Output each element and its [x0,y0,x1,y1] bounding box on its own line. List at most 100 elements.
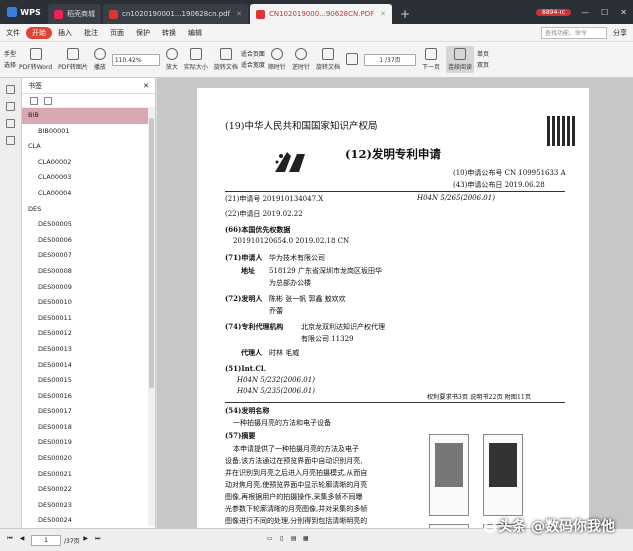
expand-icon[interactable] [30,96,38,105]
view-mode-icon[interactable]: ▭ [264,535,276,546]
bookmark-item[interactable]: DES00012 [22,326,148,342]
close-icon[interactable]: ✕ [380,10,386,18]
bookmark-item[interactable]: DES00013 [22,342,148,358]
last-page-icon[interactable]: ⏭ [92,535,104,546]
play-icon [93,48,106,60]
page-input[interactable]: 1 /37页 [363,53,416,66]
menu-convert[interactable]: 转换 [156,28,182,38]
prev-page-button[interactable] [345,52,358,67]
bookmark-group[interactable]: CLA [22,139,148,155]
continuous-icon [453,48,466,60]
bookmark-item[interactable]: DES00014 [22,358,148,374]
bookmark-item[interactable]: DES00018 [22,420,148,436]
bookmark-group[interactable]: BIB [22,108,148,124]
rotate-doc-button[interactable]: 旋转文档 [214,48,238,71]
figure-phone-2 [483,434,523,516]
bookmark-item[interactable]: DES00015 [22,373,148,389]
double-page-button[interactable]: 双页 [477,60,489,71]
view-mode-icon[interactable]: ▤ [288,535,300,546]
panel-scrollbar[interactable] [148,108,155,526]
title-heading: (54)发明名称 [225,406,270,415]
tab-store[interactable]: 稻壳商城 [48,4,101,24]
menu-page[interactable]: 页面 [104,28,130,38]
menu-protect[interactable]: 保护 [130,28,156,38]
close-panel-icon[interactable]: ✕ [143,82,149,90]
pdf-to-word-button[interactable]: PDF转Word [19,48,52,71]
bookmark-item[interactable]: CLA00002 [22,155,148,171]
bookmark-item[interactable]: BIB00001 [22,124,148,140]
close-window-icon[interactable]: ✕ [614,8,633,17]
bookmark-item[interactable]: DES00021 [22,467,148,483]
bookmark-item[interactable]: DES00006 [22,233,148,249]
applicant-heading: (71)申请人 [225,253,263,262]
bookmark-item[interactable]: DES00019 [22,435,148,451]
menu-comment[interactable]: 批注 [78,28,104,38]
bookmark-item[interactable]: DES00022 [22,482,148,498]
rotate-ccw-button[interactable]: 逆时针 [292,48,310,71]
arrow-right-icon [424,48,437,60]
prev-page-icon[interactable]: ◀ [16,535,28,546]
bookmark-item[interactable]: DES00009 [22,280,148,296]
bookmark-icon[interactable] [6,85,15,94]
bookmark-item[interactable]: DES00007 [22,248,148,264]
rotate-cw-button[interactable]: 顺时针 [268,48,286,71]
pdf-page: (19)中华人民共和国国家知识产权局 (12)发明专利申请 (10)申请公布号 … [197,88,589,528]
bookmark-item[interactable]: DES00010 [22,295,148,311]
scroll-thumb[interactable] [149,118,154,388]
next-page-icon[interactable]: ▶ [80,535,92,546]
menu-edit[interactable]: 编辑 [182,28,208,38]
close-icon[interactable]: ✕ [236,10,242,18]
bookmark-item[interactable]: DES00016 [22,389,148,405]
new-tab-button[interactable]: + [400,4,410,24]
fit-width-button[interactable]: 适合宽度 [241,60,265,71]
search-input[interactable]: 查找功能、命令 [541,26,607,39]
comment-icon[interactable] [6,119,15,128]
zoom-control: 110.42% [111,53,160,66]
address-line-1: 518129 广东省深圳市龙岗区坂田华 [269,267,382,275]
play-button[interactable]: 播放 [93,48,106,71]
bookmark-item[interactable]: DES00008 [22,264,148,280]
menu-file[interactable]: 文件 [0,28,26,38]
fit-page-button[interactable]: 适合页面 [241,49,265,60]
view-mode-icon[interactable]: ▦ [300,535,312,546]
address-heading: 地址 [241,266,255,275]
bookmark-item[interactable]: DES00024 [22,513,148,526]
zoom-select[interactable]: 110.42% [111,53,160,66]
status-page-input[interactable]: 1 [31,534,61,546]
attachment-icon[interactable] [6,136,15,145]
store-icon [54,9,63,19]
bookmark-item[interactable]: DES00011 [22,311,148,327]
bookmark-group[interactable]: DES [22,202,148,218]
next-page-button[interactable]: 下一页 [422,48,440,71]
pdf-icon [255,9,265,19]
bookmark-item[interactable]: DES00023 [22,498,148,514]
actual-size-button[interactable]: 实际大小 [184,48,208,71]
bookmark-item[interactable]: DES00017 [22,404,148,420]
select-tool-button[interactable]: 选择 [4,60,16,71]
maximize-icon[interactable]: ☐ [595,8,614,17]
menu-insert[interactable]: 插入 [52,28,78,38]
bookmark-item[interactable]: DES00005 [22,217,148,233]
tab-pdf-1[interactable]: cn1020190001...190628cn.pdf ✕ [103,4,248,24]
menu-start[interactable]: 开始 [26,26,52,39]
minimize-icon[interactable]: — [575,8,595,17]
first-page-icon[interactable]: ⏮ [4,535,16,546]
share-button[interactable]: 分享 [607,28,633,38]
abstract-line: 并在识别到月亮之后进入月亮拍摄模式,从而自 [225,469,368,477]
bookmark-item[interactable]: CLA00004 [22,186,148,202]
tab-pdf-2[interactable]: CN102019000...90628CN.PDF ✕ [249,4,392,24]
priority-heading: (66)本国优先权数据 [225,225,291,234]
user-badge[interactable]: 8894-rc [536,8,572,16]
continuous-read-button[interactable]: 连续阅读 [445,46,474,73]
pdf-to-image-button[interactable]: PDF转图片 [58,48,88,71]
bookmark-item[interactable]: DES00020 [22,451,148,467]
rotate-doc-button-2[interactable]: 旋转文档 [316,48,340,71]
hand-tool-button[interactable]: 手型 [4,49,16,60]
zoom-in-button[interactable]: 放大 [165,48,178,71]
wps-home-tab[interactable]: WPS [0,0,48,24]
single-page-button[interactable]: 单页 [477,49,489,60]
view-mode-icon[interactable]: ▯ [276,535,288,546]
bookmark-item[interactable]: CLA00003 [22,170,148,186]
collapse-icon[interactable] [44,96,52,105]
thumbnail-icon[interactable] [6,102,15,111]
